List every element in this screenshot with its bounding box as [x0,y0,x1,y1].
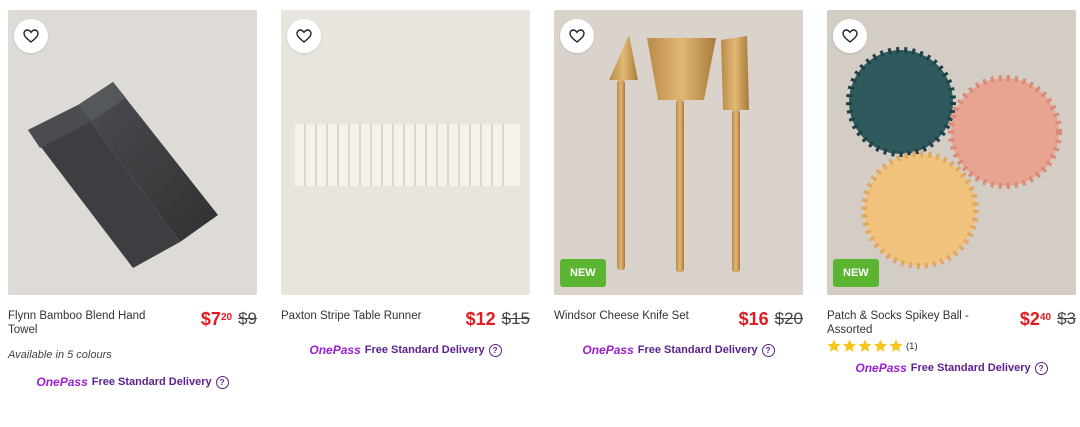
current-price: $16 [738,309,769,329]
new-badge: NEW [833,259,879,287]
heart-outline-icon [23,29,39,43]
onepass-logo: OnePass [582,343,634,357]
star-icon [827,339,903,352]
product-name[interactable]: Windsor Cheese Knife Set [554,309,689,323]
product-card[interactable]: NEW Windsor Cheese Knife Set $16 $20 One… [554,10,803,389]
rating-count: (1) [906,340,918,352]
product-grid: Flynn Bamboo Blend Hand Towel $720 $9 Av… [8,10,1076,389]
product-image[interactable] [281,10,530,295]
favourite-button[interactable] [560,19,594,53]
current-price: $12 [465,309,496,329]
product-info: Paxton Stripe Table Runner $12 $15 [281,309,530,329]
delivery-text: Free Standard Delivery [637,344,758,356]
question-circle-icon[interactable]: ? [215,375,229,389]
onepass-logo: OnePass [36,375,88,389]
rating[interactable]: (1) [827,339,1076,353]
cheese-knife-image [609,35,749,272]
delivery-text: Free Standard Delivery [91,376,212,388]
onepass-delivery: OnePass Free Standard Delivery ? [827,361,1076,375]
spikey-ball-image [846,47,1062,269]
was-price: $20 [774,309,803,328]
onepass-logo: OnePass [309,343,361,357]
product-info: Windsor Cheese Knife Set $16 $20 [554,309,803,329]
heart-outline-icon [842,29,858,43]
product-image[interactable]: NEW [554,10,803,295]
heart-outline-icon [296,29,312,43]
delivery-text: Free Standard Delivery [910,362,1031,374]
question-circle-icon[interactable]: ? [1034,361,1048,375]
favourite-button[interactable] [833,19,867,53]
product-info: Flynn Bamboo Blend Hand Towel $720 $9 [8,309,257,337]
price-block: $720 $9 [201,309,257,329]
product-name[interactable]: Patch & Socks Spikey Ball - Assorted [827,309,977,337]
current-price: $720 [200,309,233,329]
current-price: $240 [1019,309,1052,329]
favourite-button[interactable] [287,19,321,53]
product-card[interactable]: Paxton Stripe Table Runner $12 $15 OnePa… [281,10,530,389]
product-image[interactable] [8,10,257,295]
product-info: Patch & Socks Spikey Ball - Assorted $24… [827,309,1076,337]
product-card[interactable]: Flynn Bamboo Blend Hand Towel $720 $9 Av… [8,10,257,389]
was-price: $9 [238,309,257,328]
onepass-delivery: OnePass Free Standard Delivery ? [8,375,257,389]
product-name[interactable]: Paxton Stripe Table Runner [281,309,421,323]
new-badge: NEW [560,259,606,287]
product-card[interactable]: NEW Patch & Socks Spikey Ball - Assorted… [827,10,1076,389]
was-price: $15 [501,309,530,328]
price-block: $12 $15 [466,309,530,329]
favourite-button[interactable] [14,19,48,53]
heart-outline-icon [569,29,585,43]
delivery-text: Free Standard Delivery [364,344,485,356]
towel-image [28,82,218,268]
price-block: $16 $20 [739,309,803,329]
question-circle-icon[interactable]: ? [761,343,775,357]
onepass-delivery: OnePass Free Standard Delivery ? [554,343,803,357]
onepass-logo: OnePass [855,361,907,375]
price-block: $240 $3 [1020,309,1076,329]
table-runner-image [295,124,520,186]
onepass-delivery: OnePass Free Standard Delivery ? [281,343,530,357]
product-name[interactable]: Flynn Bamboo Blend Hand Towel [8,309,158,337]
product-image[interactable]: NEW [827,10,1076,295]
was-price: $3 [1057,309,1076,328]
colours-note: Available in 5 colours [8,349,112,361]
question-circle-icon[interactable]: ? [488,343,502,357]
